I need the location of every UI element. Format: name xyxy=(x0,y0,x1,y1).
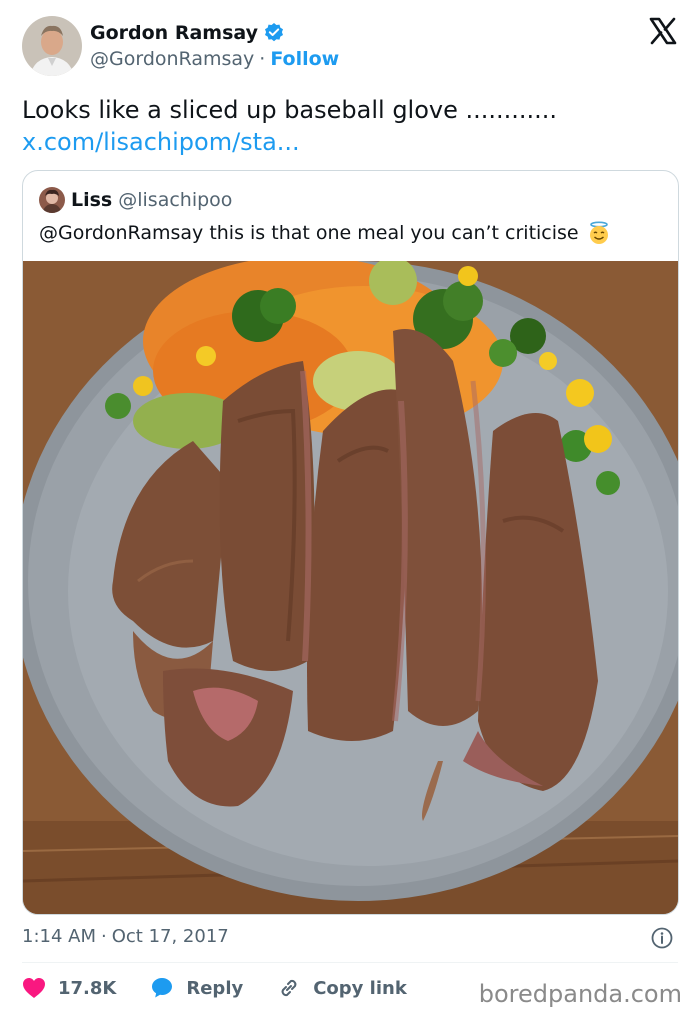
quoted-author-name: Liss xyxy=(71,189,113,211)
copy-link-button[interactable]: Copy link xyxy=(277,976,407,1000)
quoted-photo[interactable] xyxy=(23,256,678,914)
tweet-card: Gordon Ramsay @GordonRamsay · Follow Loo… xyxy=(0,0,700,1017)
quoted-text: @GordonRamsay this is that one meal you … xyxy=(39,222,579,244)
follow-button[interactable]: Follow xyxy=(270,48,339,70)
like-button[interactable]: 17.8K xyxy=(22,977,116,999)
watermark: boredpanda.com xyxy=(478,980,682,1008)
copy-link-label: Copy link xyxy=(313,977,407,999)
separator-dot: · xyxy=(259,48,266,70)
action-bar: 17.8K Reply Copy link xyxy=(22,976,441,1000)
x-logo-icon[interactable] xyxy=(648,16,678,46)
divider xyxy=(22,962,678,963)
info-icon[interactable] xyxy=(650,926,674,950)
quoted-author-handle: @lisachipoo xyxy=(118,189,233,211)
author-name-row: Gordon Ramsay xyxy=(90,22,285,44)
author-handle[interactable]: @GordonRamsay xyxy=(90,48,254,70)
author-avatar[interactable] xyxy=(22,16,82,76)
timestamp[interactable]: 1:14 AM · Oct 17, 2017 xyxy=(22,926,229,947)
separator-dot: · xyxy=(101,926,107,947)
quoted-tweet[interactable]: Liss @lisachipoo @GordonRamsay this is t… xyxy=(22,170,679,915)
quoted-header: Liss @lisachipoo xyxy=(71,187,232,213)
quoted-text-row: @GordonRamsay this is that one meal you … xyxy=(39,221,611,245)
tweet-body: Looks like a sliced up baseball glove ..… xyxy=(22,96,558,124)
verified-badge-icon xyxy=(263,22,285,44)
heart-icon xyxy=(23,978,45,998)
tweet-time: 1:14 AM xyxy=(22,926,96,947)
quoted-avatar xyxy=(39,187,65,213)
tweet-text: Looks like a sliced up baseball glove ..… xyxy=(22,94,678,158)
smiling-face-with-halo-icon xyxy=(587,221,611,245)
author-name[interactable]: Gordon Ramsay xyxy=(90,22,258,44)
link-icon xyxy=(281,979,297,997)
reply-bubble-icon xyxy=(152,978,173,998)
reply-button[interactable]: Reply xyxy=(150,976,243,1000)
like-count: 17.8K xyxy=(58,977,117,999)
tweet-date: Oct 17, 2017 xyxy=(111,926,229,947)
reply-label: Reply xyxy=(186,977,244,999)
tweet-link[interactable]: x.com/lisachipom/sta... xyxy=(22,126,678,158)
author-handle-row: @GordonRamsay · Follow xyxy=(90,48,339,70)
